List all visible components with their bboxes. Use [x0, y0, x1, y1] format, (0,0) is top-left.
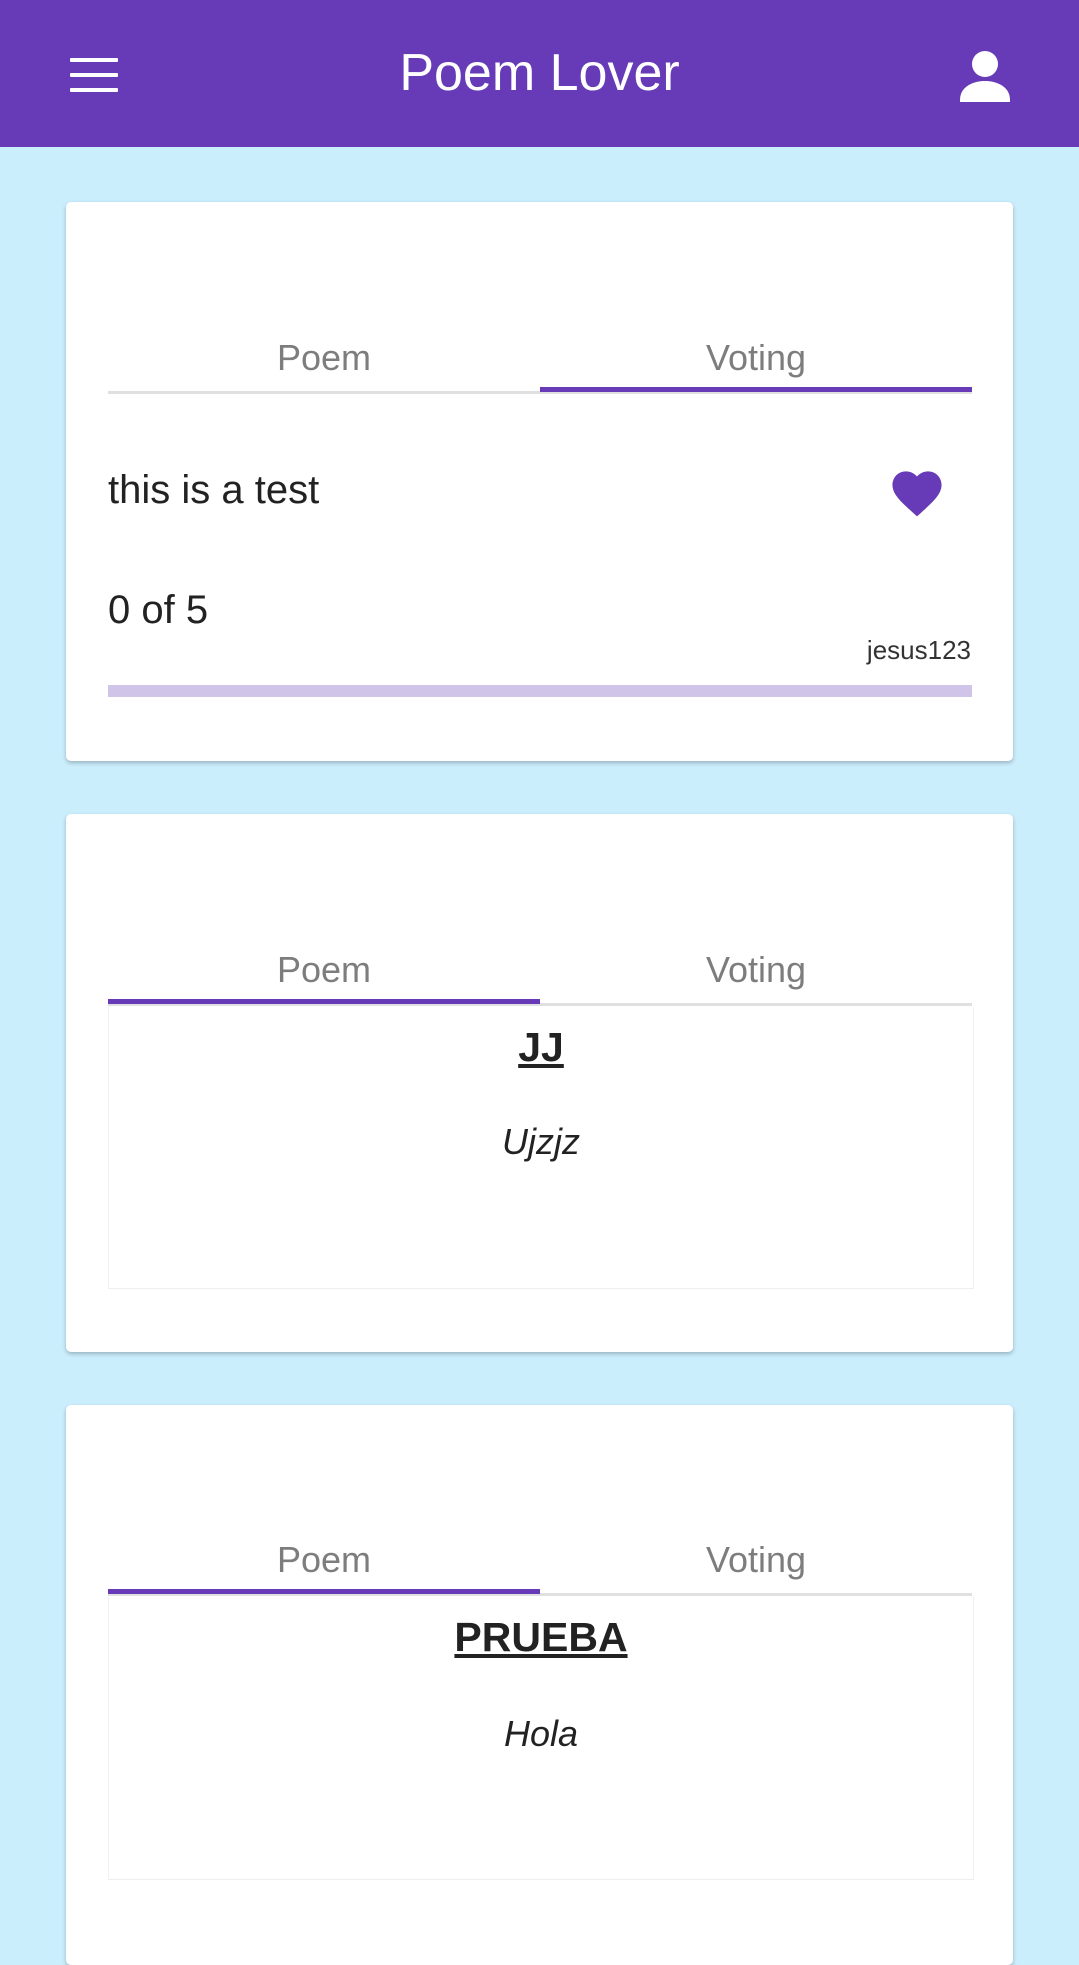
vote-progress-bar: [108, 685, 972, 697]
tab-indicator: [540, 387, 972, 392]
like-button[interactable]: [887, 464, 947, 523]
poem-body: Hola: [503, 1713, 579, 1754]
tab-indicator: [108, 1589, 540, 1594]
poem-title: PRUEBA: [454, 1614, 628, 1660]
tab-bar: Poem Voting: [108, 1530, 972, 1590]
poem-body: Ujzjz: [502, 1121, 580, 1162]
vote-progress-label: 0 of 5: [108, 588, 209, 632]
account-icon: [960, 51, 1010, 102]
poem-vote-text: this is a test: [108, 468, 320, 512]
heart-icon: [892, 471, 942, 517]
tab-voting[interactable]: Voting: [540, 1530, 972, 1590]
poem-content: JJ Ujzjz: [108, 1006, 974, 1289]
tab-bar: Poem Voting: [108, 940, 972, 1000]
app-bar: Poem Lover: [0, 0, 1079, 147]
tab-indicator: [108, 999, 540, 1004]
poem-content: PRUEBA Hola: [108, 1596, 974, 1880]
tab-poem[interactable]: Poem: [108, 328, 540, 388]
app-title: Poem Lover: [399, 44, 680, 102]
tab-poem[interactable]: Poem: [108, 1530, 540, 1590]
account-button[interactable]: [954, 48, 1016, 108]
poem-title: JJ: [518, 1024, 564, 1070]
tab-poem[interactable]: Poem: [108, 940, 540, 1000]
poem-card: Poem Voting this is a test 0 of 5 jesus1…: [66, 202, 1013, 761]
tab-voting[interactable]: Voting: [540, 940, 972, 1000]
tab-voting[interactable]: Voting: [540, 328, 972, 388]
tab-bar: Poem Voting: [108, 328, 972, 388]
author-name: jesus123: [866, 635, 971, 665]
poem-card: Poem Voting PRUEBA Hola: [66, 1405, 1013, 1965]
poem-card: Poem Voting JJ Ujzjz: [66, 814, 1013, 1352]
